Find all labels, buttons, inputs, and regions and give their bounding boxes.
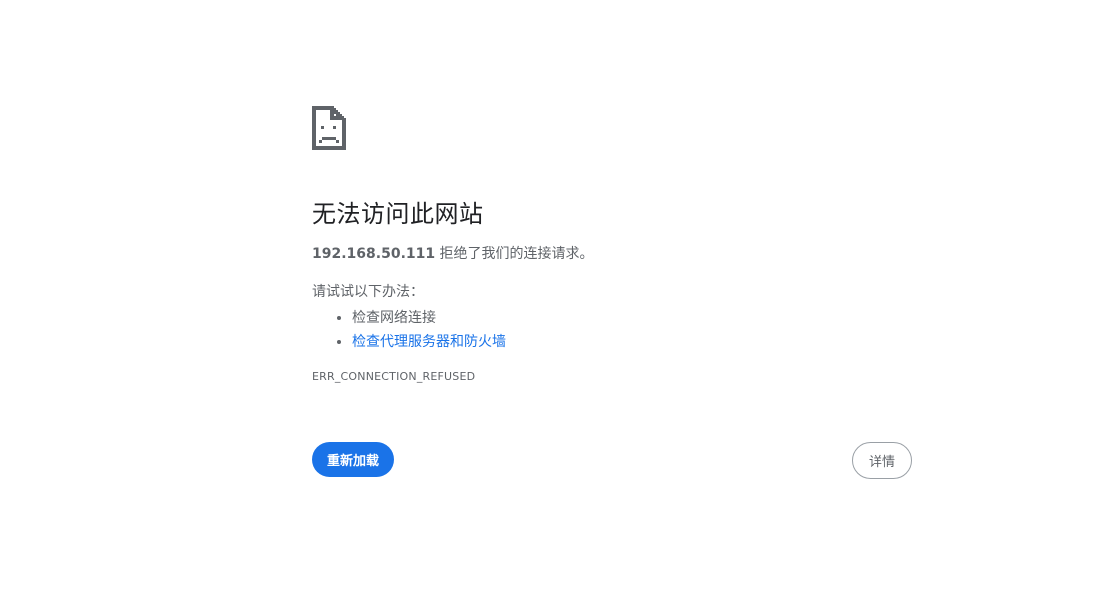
suggestion-check-proxy-firewall: 检查代理服务器和防火墙 [352, 330, 912, 354]
suggestion-check-network-label: 检查网络连接 [352, 310, 436, 326]
suggestions-heading: 请试试以下办法： [312, 284, 424, 300]
error-title: 无法访问此网站 [312, 200, 484, 228]
reload-button[interactable]: 重新加载 [312, 442, 395, 477]
check-proxy-firewall-link[interactable]: 检查代理服务器和防火墙 [352, 334, 506, 350]
error-content: 无法访问此网站 192.168.50.111 拒绝了我们的连接请求。 请试试以下… [312, 106, 912, 383]
suggestion-check-network: 检查网络连接 [352, 306, 912, 330]
error-message-text: 拒绝了我们的连接请求。 [435, 246, 594, 262]
error-page: 无法访问此网站 192.168.50.111 拒绝了我们的连接请求。 请试试以下… [0, 0, 1120, 604]
error-code: ERR_CONNECTION_REFUSED [312, 370, 476, 383]
details-button[interactable]: 详情 [852, 442, 912, 479]
suggestions-list: 检查网络连接 检查代理服务器和防火墙 [312, 306, 912, 354]
sad-document-icon [312, 106, 346, 150]
error-message: 192.168.50.111 拒绝了我们的连接请求。 [312, 244, 912, 264]
error-host: 192.168.50.111 [312, 246, 436, 262]
